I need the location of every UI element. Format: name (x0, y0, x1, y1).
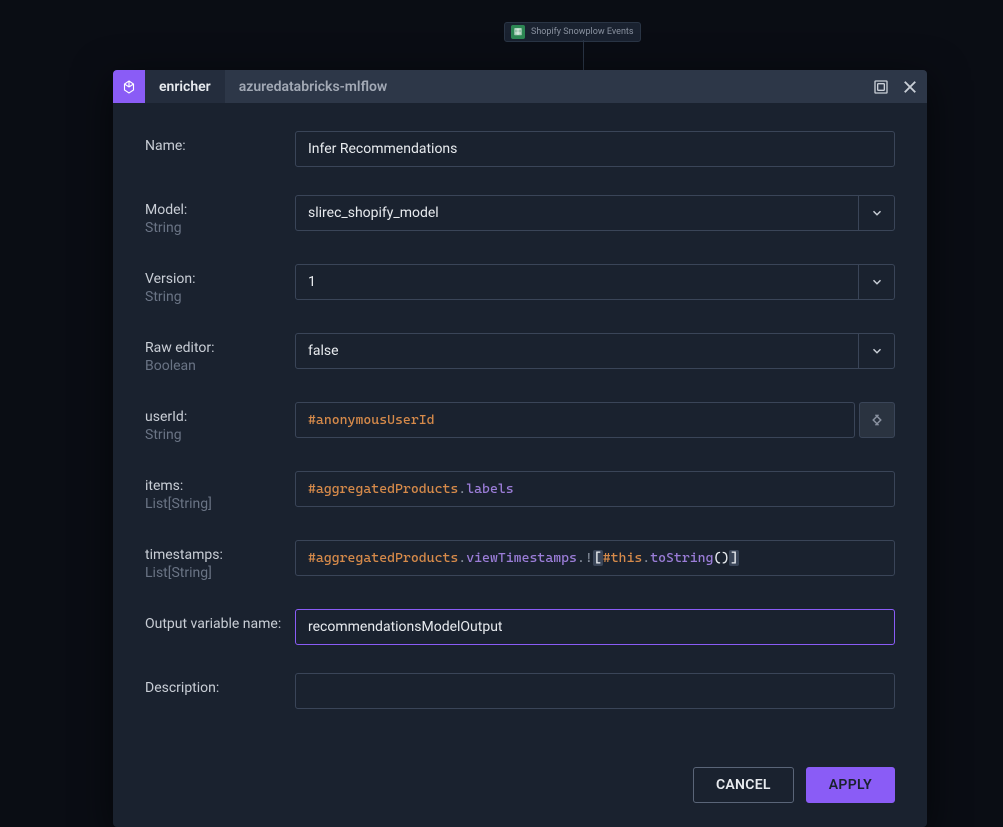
label-name: Name: (145, 138, 295, 154)
label-output: Output variable name: (145, 616, 295, 632)
raw-editor-select[interactable]: false (295, 333, 895, 369)
label-version: Version: (145, 271, 295, 287)
enricher-config-modal: enricher azuredatabricks-mlflow Name: (113, 70, 927, 827)
label-raw-editor: Raw editor: (145, 340, 295, 356)
tab-azuredatabricks[interactable]: azuredatabricks-mlflow (225, 70, 402, 103)
label-model: Model: (145, 202, 295, 218)
bg-node-label: Shopify Snowplow Events (531, 27, 634, 37)
type-userId: String (145, 427, 295, 443)
row-timestamps: timestamps: List[String] #aggregatedProd… (145, 540, 895, 581)
row-items: items: List[String] #aggregatedProducts.… (145, 471, 895, 512)
row-userId: userId: String #anonymousUserId (145, 402, 895, 443)
timestamps-expression-input[interactable]: #aggregatedProducts.viewTimestamps.![#th… (295, 540, 895, 576)
modal-footer: CANCEL APPLY (113, 749, 927, 827)
button-label: CANCEL (716, 777, 771, 793)
row-raw-editor: Raw editor: Boolean false (145, 333, 895, 374)
type-timestamps: List[String] (145, 565, 295, 581)
modal-header: enricher azuredatabricks-mlflow (113, 70, 927, 103)
label-items: items: (145, 478, 295, 494)
tab-enricher[interactable]: enricher (145, 70, 225, 103)
enricher-icon (113, 70, 145, 103)
label-timestamps: timestamps: (145, 547, 295, 563)
row-version: Version: String 1 (145, 264, 895, 305)
tab-label: enricher (159, 79, 211, 95)
chevron-down-icon[interactable] (858, 334, 894, 368)
bg-edge (583, 40, 584, 70)
description-input[interactable] (295, 673, 895, 709)
button-label: APPLY (829, 777, 872, 793)
userId-expression-input[interactable]: #anonymousUserId (295, 402, 855, 438)
toggle-expression-button[interactable] (859, 402, 895, 438)
row-name: Name: (145, 131, 895, 167)
raw-editor-value: false (296, 334, 858, 368)
label-userId: userId: (145, 409, 295, 425)
chevron-down-icon[interactable] (858, 196, 894, 230)
type-raw-editor: Boolean (145, 358, 295, 374)
row-description: Description: (145, 673, 895, 709)
version-select[interactable]: 1 (295, 264, 895, 300)
version-value: 1 (296, 265, 858, 299)
tab-label: azuredatabricks-mlflow (239, 79, 388, 95)
type-items: List[String] (145, 496, 295, 512)
model-value: slirec_shopify_model (296, 196, 858, 230)
model-select[interactable]: slirec_shopify_model (295, 195, 895, 231)
table-icon: ▦ (511, 25, 525, 39)
output-variable-input[interactable] (295, 609, 895, 645)
name-input[interactable] (295, 131, 895, 167)
row-model: Model: String slirec_shopify_model (145, 195, 895, 236)
header-spacer (401, 70, 927, 103)
label-description: Description: (145, 680, 295, 696)
close-button[interactable] (901, 78, 919, 96)
items-expression-input[interactable]: #aggregatedProducts.labels (295, 471, 895, 507)
type-version: String (145, 289, 295, 305)
modal-body: Name: Model: String slirec_shopify_model (113, 103, 927, 729)
bg-workflow-node: ▦ Shopify Snowplow Events (504, 22, 641, 42)
row-output: Output variable name: (145, 609, 895, 645)
cancel-button[interactable]: CANCEL (693, 767, 794, 803)
type-model: String (145, 220, 295, 236)
chevron-down-icon[interactable] (858, 265, 894, 299)
apply-button[interactable]: APPLY (806, 767, 895, 803)
expand-button[interactable] (873, 79, 889, 95)
